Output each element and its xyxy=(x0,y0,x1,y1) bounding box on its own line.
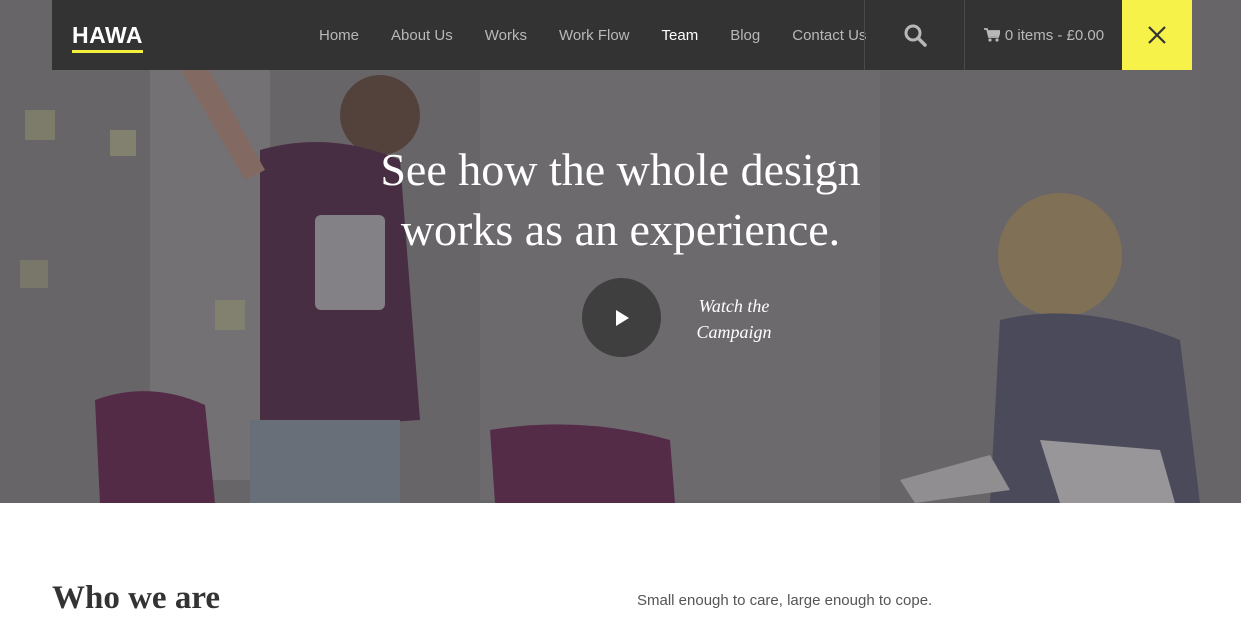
cart-icon xyxy=(983,28,1000,42)
watch-campaign-link[interactable]: Watch the Campaign xyxy=(684,293,784,345)
play-video-button[interactable] xyxy=(582,278,661,357)
close-menu-button[interactable] xyxy=(1122,0,1192,70)
watch-campaign-line-1: Watch the xyxy=(698,296,770,316)
search-icon xyxy=(904,24,927,47)
nav-item-team[interactable]: Team xyxy=(662,27,699,44)
section-tagline: Small enough to care, large enough to co… xyxy=(637,592,933,609)
nav-item-work-flow[interactable]: Work Flow xyxy=(559,27,630,44)
nav-item-home[interactable]: Home xyxy=(319,27,359,44)
section-heading-who-we-are: Who we are xyxy=(52,580,221,616)
hero-section: See how the whole design works as an exp… xyxy=(0,0,1241,503)
nav-item-works[interactable]: Works xyxy=(485,27,527,44)
main-menu: Home About Us Works Work Flow Team Blog … xyxy=(319,0,898,70)
hero-headline-line-2: works as an experience. xyxy=(400,204,841,255)
close-icon xyxy=(1148,26,1166,44)
cart-summary: 0 items - £0.00 xyxy=(1004,26,1105,44)
nav-item-blog[interactable]: Blog xyxy=(730,27,760,44)
watch-campaign-line-2: Campaign xyxy=(696,322,772,342)
site-logo[interactable]: HAWA xyxy=(72,22,143,53)
nav-item-contact-us[interactable]: Contact Us xyxy=(792,27,866,44)
nav-item-about-us[interactable]: About Us xyxy=(391,27,453,44)
cart-button[interactable]: 0 items - £0.00 xyxy=(966,0,1122,70)
search-button[interactable] xyxy=(864,0,965,70)
hero-headline: See how the whole design works as an exp… xyxy=(300,140,941,260)
hero-headline-line-1: See how the whole design xyxy=(380,144,861,195)
play-icon xyxy=(615,309,629,326)
top-navigation-bar: HAWA Home About Us Works Work Flow Team … xyxy=(52,0,1192,70)
